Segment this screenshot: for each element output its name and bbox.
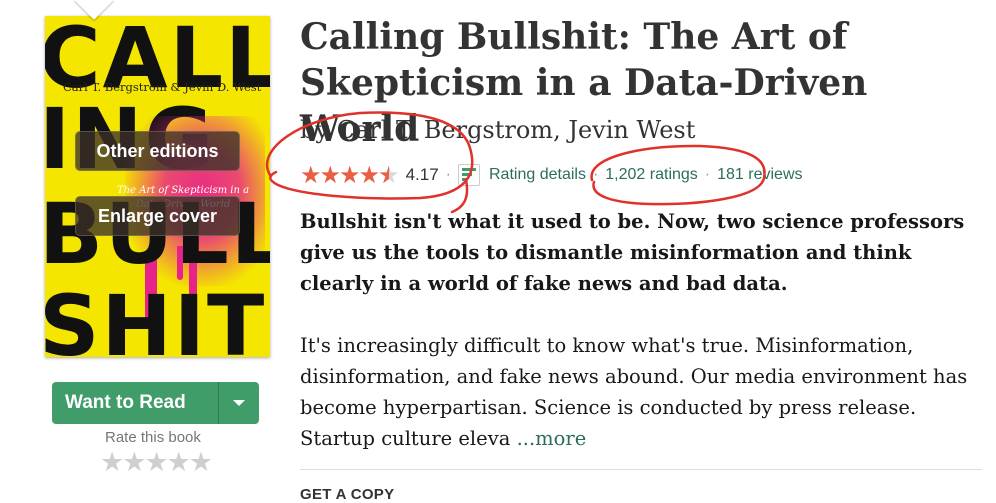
other-editions-button[interactable]: Other editions — [75, 131, 240, 171]
bar-chart-icon[interactable] — [458, 164, 480, 186]
book-cover[interactable]: CALL Carl T. Bergstrom & Jevin D. West I… — [45, 16, 270, 357]
rate-star-1[interactable]: ★ — [100, 447, 124, 478]
rating-details-link[interactable]: Rating details — [489, 166, 586, 184]
get-a-copy-heading: GET A COPY — [300, 486, 395, 503]
caret-down-icon — [233, 400, 245, 406]
average-rating: 4.17 — [405, 165, 439, 184]
rate-stars: ★★★★★ — [100, 447, 213, 478]
want-to-read-button[interactable]: Want to Read — [52, 382, 218, 424]
rate-star-5[interactable]: ★ — [189, 447, 213, 478]
by-prefix: by — [300, 116, 329, 144]
rate-this-book-label: Rate this book — [105, 429, 201, 446]
want-to-read-control: Want to Read — [52, 382, 259, 424]
separator-dot: · — [592, 166, 599, 183]
reviews-count-link[interactable]: 181 reviews — [717, 166, 802, 184]
author-separator: , — [553, 116, 569, 144]
ratings-count-link[interactable]: 1,202 ratings — [605, 166, 698, 184]
rate-star-3[interactable]: ★ — [144, 447, 168, 478]
rating-stars: ★★★★★ — [300, 161, 400, 189]
divider — [300, 469, 982, 470]
description-lead: Bullshit isn't what it used to be. Now, … — [300, 210, 965, 295]
author-link[interactable]: Jevin West — [568, 116, 695, 144]
rate-star-2[interactable]: ★ — [122, 447, 146, 478]
byline: by Carl T. Bergstrom, Jevin West — [300, 116, 695, 144]
description-text: It's increasingly difficult to know what… — [300, 334, 968, 450]
enlarge-cover-button[interactable]: Enlarge cover — [75, 196, 240, 236]
half-star-icon: ★ — [378, 161, 399, 189]
separator-dot: · — [704, 166, 711, 183]
author-link[interactable]: Carl T. Bergstrom — [337, 116, 554, 144]
cover-word-4: SHIT — [45, 277, 267, 357]
description-body: It's increasingly difficult to know what… — [300, 330, 990, 454]
shelf-dropdown-button[interactable] — [218, 382, 259, 424]
rate-star-4[interactable]: ★ — [167, 447, 191, 478]
more-link[interactable]: ...more — [517, 427, 587, 450]
rating-row: ★★★★★ 4.17 · Rating details · 1,202 rati… — [300, 160, 803, 190]
separator-dot: · — [445, 166, 451, 183]
